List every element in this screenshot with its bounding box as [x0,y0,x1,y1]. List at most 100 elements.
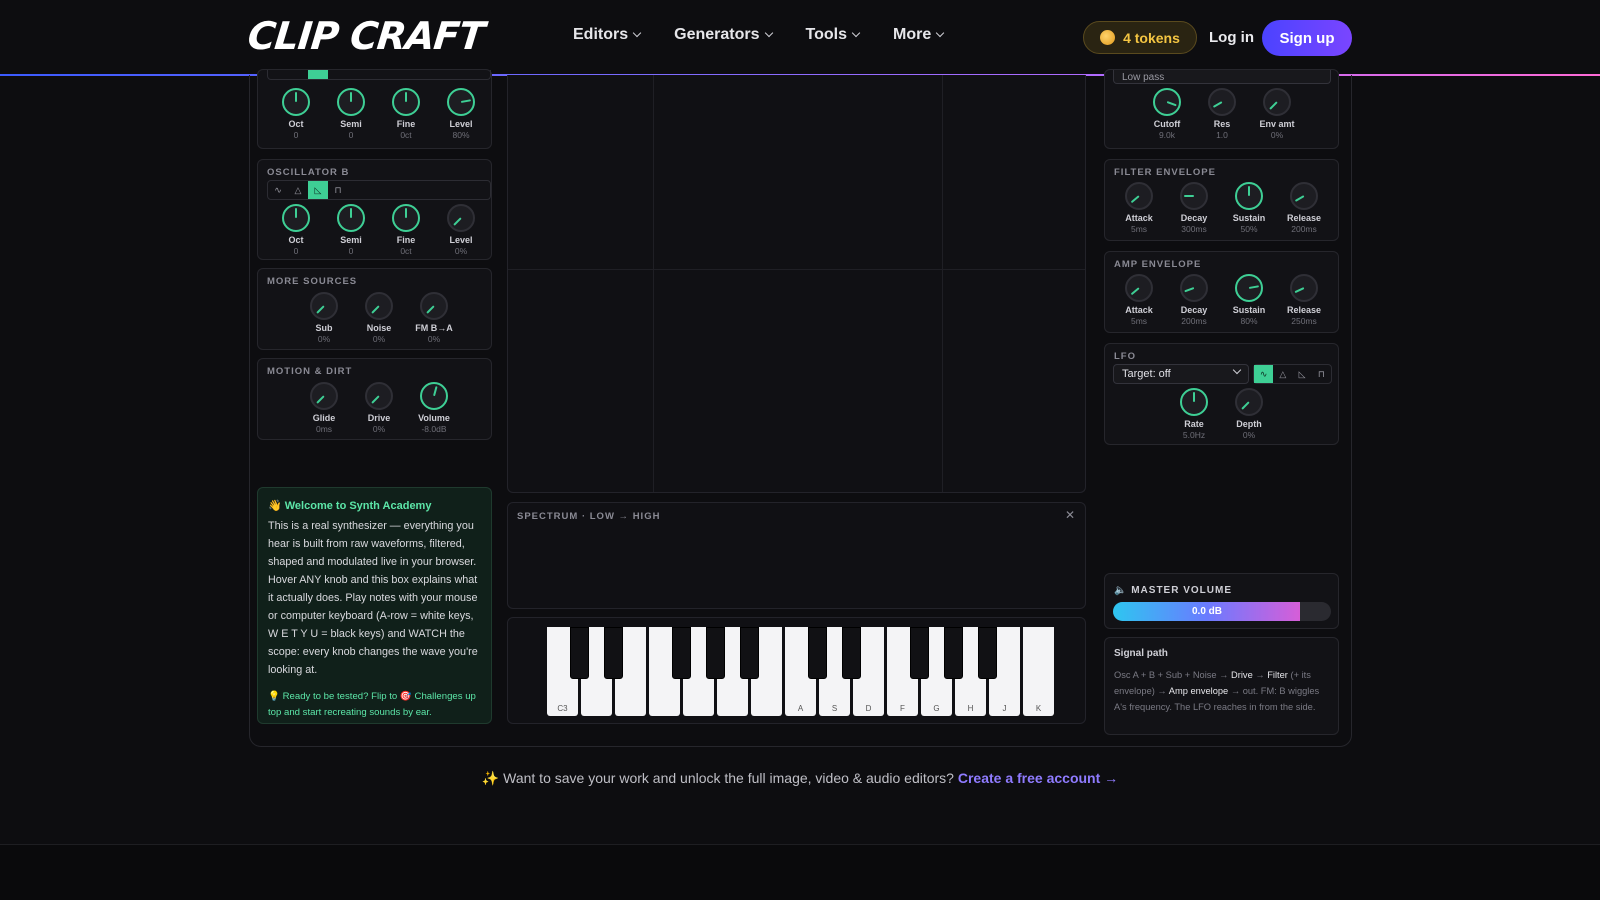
wave-saw-button[interactable]: ◺ [308,181,328,199]
black-key[interactable] [842,627,861,679]
knob-amp-attack[interactable]: Attack 5ms [1111,274,1167,326]
knob-osc-b-semi[interactable]: Semi 0 [323,204,379,256]
wave-saw-button[interactable]: ◺ [1293,365,1312,383]
wave-saw-button[interactable] [308,70,328,79]
knob-fm-b-a[interactable]: FM B→A 0% [406,292,462,344]
knob-dial[interactable] [392,88,420,116]
panel-title: 🔈 MASTER VOLUME [1114,585,1233,596]
osc-b-wave-selector[interactable]: ∿ △ ◺ ⊓ [267,180,491,200]
knob-label: Oct [288,119,304,129]
black-key[interactable] [808,627,827,679]
knob-osc-a-semi[interactable]: Semi 0 [323,88,379,140]
menu-generators[interactable]: Generators [674,26,773,44]
wave-square-button[interactable]: ⊓ [328,181,348,199]
signup-button[interactable]: Sign up [1262,20,1352,56]
knob-env-amt[interactable]: Env amt 0% [1249,88,1305,140]
menu-editors[interactable]: Editors [573,26,642,44]
knob-dial[interactable] [1208,88,1236,116]
tokens-badge[interactable]: 4 tokens [1083,21,1197,54]
knob-dial[interactable] [365,382,393,410]
knob-cutoff[interactable]: Cutoff 9.0k [1139,88,1195,140]
black-key[interactable] [944,627,963,679]
knob-dial[interactable] [282,88,310,116]
knob-noise[interactable]: Noise 0% [351,292,407,344]
knob-dial[interactable] [310,382,338,410]
knob-amp-decay[interactable]: Decay 200ms [1166,274,1222,326]
knob-dial[interactable] [282,204,310,232]
filter-type-select[interactable]: Low pass [1113,70,1331,84]
knob-volume[interactable]: Volume -8.0dB [406,382,462,434]
knob-dial[interactable] [1235,182,1263,210]
knob-dial[interactable] [447,204,475,232]
knob-filter-decay[interactable]: Decay 300ms [1166,182,1222,234]
menu-tools[interactable]: Tools [806,26,861,44]
menu-more[interactable]: More [893,26,945,44]
coin-icon [1100,30,1116,45]
knob-dial[interactable] [337,88,365,116]
knob-dial[interactable] [1153,88,1181,116]
knob-filter-sustain[interactable]: Sustain 50% [1221,182,1277,234]
lfo-target-select[interactable]: Target: off [1113,364,1249,384]
wave-square-button[interactable]: ⊓ [1312,365,1331,383]
knob-dial[interactable] [447,88,475,116]
login-link[interactable]: Log in [1209,29,1254,46]
key-label: H [967,704,974,713]
knob-dial[interactable] [1290,182,1318,210]
knob-osc-a-oct[interactable]: Oct 0 [268,88,324,140]
knob-dial[interactable] [1235,388,1263,416]
chevron-down-icon [851,28,861,38]
close-icon[interactable]: ✕ [1065,508,1075,522]
wave-sine-button[interactable]: ∿ [268,181,288,199]
knob-dial[interactable] [1125,182,1153,210]
wave-square-button[interactable] [328,70,348,79]
knob-dial[interactable] [365,292,393,320]
knob-lfo-rate[interactable]: Rate 5.0Hz [1166,388,1222,440]
knob-res[interactable]: Res 1.0 [1194,88,1250,140]
knob-dial[interactable] [1290,274,1318,302]
wave-sine-button[interactable]: ∿ [1254,365,1274,383]
osc-a-wave-selector[interactable] [267,70,491,80]
black-key[interactable] [978,627,997,679]
black-key[interactable] [910,627,929,679]
knob-osc-b-fine[interactable]: Fine 0ct [378,204,434,256]
knob-amp-release[interactable]: Release 250ms [1276,274,1332,326]
knob-dial[interactable] [420,292,448,320]
knob-dial[interactable] [1180,182,1208,210]
knob-lfo-depth[interactable]: Depth 0% [1221,388,1277,440]
knob-dial[interactable] [392,204,420,232]
black-key[interactable] [672,627,691,679]
wave-triangle-button[interactable]: △ [288,181,308,199]
knob-dial[interactable] [1180,388,1208,416]
wave-sine-button[interactable] [268,70,288,79]
white-key[interactable]: K [1023,627,1054,716]
knob-dial[interactable] [310,292,338,320]
knob-label: Decay [1180,305,1208,315]
knob-dial[interactable] [420,382,448,410]
master-volume-slider[interactable]: 0.0 dB [1113,602,1331,621]
knob-drive[interactable]: Drive 0% [351,382,407,434]
knob-dial[interactable] [1235,274,1263,302]
knob-dial[interactable] [1125,274,1153,302]
amp-envelope-panel: AMP ENVELOPE Attack 5ms Decay 200ms Sustai… [1104,251,1339,333]
knob-dial[interactable] [1180,274,1208,302]
wave-triangle-button[interactable]: △ [1273,365,1292,383]
clip-craft-logo[interactable]: CLIP CRAFT [246,14,486,58]
knob-dial[interactable] [337,204,365,232]
knob-filter-release[interactable]: Release 200ms [1276,182,1332,234]
black-key[interactable] [604,627,623,679]
knob-sub[interactable]: Sub 0% [296,292,352,344]
wave-triangle-button[interactable] [288,70,308,79]
knob-amp-sustain[interactable]: Sustain 80% [1221,274,1277,326]
create-account-link[interactable]: Create a free account → [958,770,1118,786]
knob-osc-b-level[interactable]: Level 0% [433,204,489,256]
knob-filter-attack[interactable]: Attack 5ms [1111,182,1167,234]
knob-dial[interactable] [1263,88,1291,116]
black-key[interactable] [570,627,589,679]
lfo-wave-selector[interactable]: ∿ △ ◺ ⊓ [1253,364,1332,384]
knob-glide[interactable]: Glide 0ms [296,382,352,434]
black-key[interactable] [740,627,759,679]
knob-osc-a-level[interactable]: Level 80% [433,88,489,140]
knob-osc-a-fine[interactable]: Fine 0ct [378,88,434,140]
black-key[interactable] [706,627,725,679]
knob-osc-b-oct[interactable]: Oct 0 [268,204,324,256]
